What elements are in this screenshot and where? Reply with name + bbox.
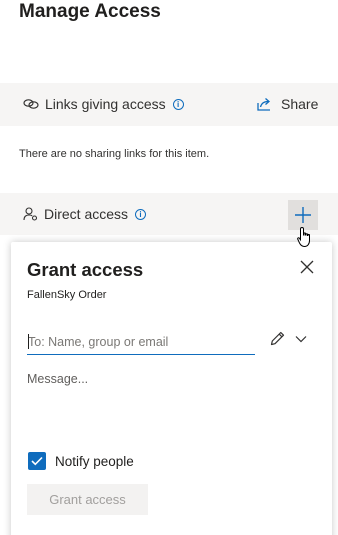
permission-dropdown[interactable] bbox=[269, 330, 307, 347]
grant-access-title: Grant access bbox=[27, 259, 144, 280]
share-label: Share bbox=[281, 96, 319, 112]
item-name: FallenSky Order bbox=[27, 289, 107, 301]
close-icon bbox=[300, 260, 314, 274]
info-icon[interactable]: i bbox=[135, 208, 147, 220]
message-field[interactable] bbox=[27, 372, 317, 442]
page-title: Manage Access bbox=[19, 1, 161, 22]
notify-people-label: Notify people bbox=[55, 453, 134, 469]
text-cursor bbox=[28, 334, 29, 349]
plus-icon bbox=[295, 207, 311, 223]
info-icon[interactable]: i bbox=[172, 98, 184, 110]
direct-access-label: Direct access bbox=[44, 206, 129, 222]
close-button[interactable] bbox=[299, 259, 315, 275]
share-button[interactable]: Share bbox=[256, 96, 318, 112]
grant-access-button[interactable]: Grant access bbox=[27, 484, 148, 515]
checkbox-box[interactable] bbox=[28, 452, 46, 470]
link-icon bbox=[23, 99, 39, 109]
grant-access-panel: Grant access FallenSky Order Notify peop… bbox=[11, 242, 332, 535]
links-section-label: Links giving access bbox=[45, 96, 166, 112]
notify-people-checkbox[interactable]: Notify people bbox=[28, 452, 134, 470]
links-giving-access-row: Links giving access i bbox=[23, 96, 184, 112]
recipients-input[interactable] bbox=[27, 329, 255, 355]
no-links-message: There are no sharing links for this item… bbox=[19, 148, 210, 160]
pencil-icon bbox=[270, 331, 285, 346]
chevron-down-icon bbox=[295, 335, 307, 342]
add-people-button[interactable] bbox=[288, 200, 318, 230]
direct-access-row: Direct access i bbox=[23, 206, 147, 222]
person-settings-icon bbox=[23, 207, 38, 221]
share-icon bbox=[257, 98, 270, 111]
checkmark-icon bbox=[31, 456, 43, 466]
